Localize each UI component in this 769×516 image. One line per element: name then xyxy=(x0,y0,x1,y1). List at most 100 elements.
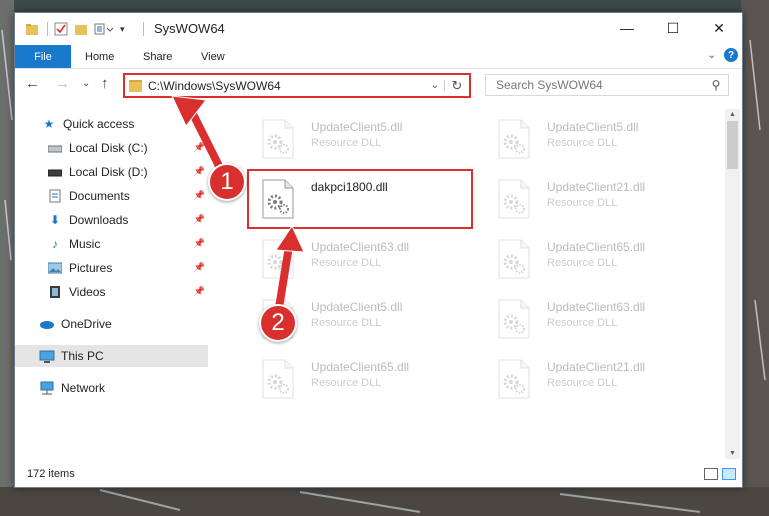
file-explorer-window: ▾ SysWOW64 — ☐ ✕ File Home Share View ⌄ … xyxy=(14,12,743,488)
file-name: UpdateClient63.dll xyxy=(311,240,410,254)
file-name: UpdateClient63.dll xyxy=(547,300,646,314)
large-icons-view-icon[interactable] xyxy=(722,468,736,480)
close-button[interactable]: ✕ xyxy=(696,13,742,43)
sidebar-item-local-disk-d[interactable]: Local Disk (D:) 📌 xyxy=(15,161,208,183)
pin-icon[interactable]: 📌 xyxy=(194,286,205,297)
pin-icon[interactable]: 📌 xyxy=(194,238,205,249)
recent-locations-chevron-icon[interactable]: ⌄ xyxy=(82,78,90,89)
sidebar-item-label: Local Disk (C:) xyxy=(69,141,148,155)
pictures-icon xyxy=(47,260,63,276)
search-box[interactable]: ⚲ xyxy=(485,74,729,96)
sidebar-item-pictures[interactable]: Pictures 📌 xyxy=(15,257,208,279)
sidebar-item-music[interactable]: ♪ Music 📌 xyxy=(15,233,208,255)
file-list: UpdateClient5.dll Resource DLL UpdateClien… xyxy=(211,109,723,459)
title-separator xyxy=(143,22,144,36)
sidebar-item-documents[interactable]: Documents 📌 xyxy=(15,185,208,207)
search-input[interactable] xyxy=(494,77,704,93)
file-name: UpdateClient21.dll xyxy=(547,360,646,374)
navigation-pane: ★ Quick access Local Disk (C:) 📌 Local D… xyxy=(15,109,208,459)
customize-toolbar-icon[interactable] xyxy=(94,22,118,36)
tab-home[interactable]: Home xyxy=(85,45,114,68)
dll-file-icon xyxy=(498,239,530,279)
ribbon-tabs: File Home Share View ⌄ ? xyxy=(15,45,742,69)
callout-badge-2: 2 xyxy=(259,304,297,342)
sidebar-item-local-disk-c[interactable]: Local Disk (C:) 📌 xyxy=(15,137,208,159)
pin-icon[interactable]: 📌 xyxy=(194,190,205,201)
scroll-up-icon[interactable]: ▲ xyxy=(725,111,740,118)
pin-icon[interactable]: 📌 xyxy=(194,142,205,153)
item-count: 172 items xyxy=(27,468,75,480)
dll-file-icon xyxy=(262,359,294,399)
sidebar-item-network[interactable]: Network xyxy=(15,377,208,399)
scroll-thumb[interactable] xyxy=(727,121,738,169)
sidebar-item-this-pc[interactable]: This PC xyxy=(15,345,208,367)
maximize-button[interactable]: ☐ xyxy=(650,13,696,43)
sidebar-item-label: Documents xyxy=(69,189,130,203)
address-bar[interactable]: C:\Windows\SysWOW64 ⌄ ↻ xyxy=(123,73,471,98)
tab-view[interactable]: View xyxy=(201,45,225,68)
back-arrow-icon[interactable]: ← xyxy=(25,75,40,92)
file-item[interactable]: UpdateClient21.dll Resource DLL xyxy=(475,173,695,229)
file-item[interactable]: UpdateClient5.dll Resource DLL xyxy=(239,113,459,169)
minimize-button[interactable]: — xyxy=(604,13,650,43)
title-bar: ▾ SysWOW64 — ☐ ✕ xyxy=(15,13,742,45)
file-type: Resource DLL xyxy=(311,137,382,149)
file-item-selected[interactable]: dakpci1800.dll xyxy=(239,173,459,229)
network-icon xyxy=(39,380,55,396)
pin-icon[interactable]: 📌 xyxy=(194,214,205,225)
download-icon: ⬇ xyxy=(49,213,61,227)
address-path[interactable]: C:\Windows\SysWOW64 xyxy=(148,79,426,93)
toolbar-dropdown-icon[interactable]: ▾ xyxy=(120,24,125,35)
scroll-down-icon[interactable]: ▼ xyxy=(725,450,740,457)
sidebar-item-onedrive[interactable]: OneDrive xyxy=(15,313,208,335)
sidebar-item-label: Quick access xyxy=(63,117,135,131)
dll-file-icon xyxy=(498,119,530,159)
vertical-scrollbar[interactable]: ▲ ▼ xyxy=(725,109,740,459)
dll-file-icon xyxy=(498,299,530,339)
file-type: Resource DLL xyxy=(547,317,618,329)
new-folder-icon[interactable] xyxy=(74,22,88,36)
file-item[interactable]: UpdateClient65.dll Resource DLL xyxy=(475,233,695,289)
sidebar-item-label: Downloads xyxy=(69,213,129,227)
pin-icon[interactable]: 📌 xyxy=(194,166,205,177)
sidebar-item-videos[interactable]: Videos 📌 xyxy=(15,281,208,303)
file-name: UpdateClient21.dll xyxy=(547,180,646,194)
file-type: Resource DLL xyxy=(547,197,618,209)
cloud-icon xyxy=(39,316,55,332)
file-name: UpdateClient5.dll xyxy=(547,120,639,134)
tab-file[interactable]: File xyxy=(15,45,71,68)
sidebar-item-label: Pictures xyxy=(69,261,113,275)
up-arrow-icon[interactable]: ↑ xyxy=(101,75,109,92)
sidebar-item-downloads[interactable]: ⬇ Downloads 📌 xyxy=(15,209,208,231)
music-icon: ♪ xyxy=(52,237,58,251)
folder-icon xyxy=(129,79,142,92)
file-item[interactable]: UpdateClient21.dll Resource DLL xyxy=(475,353,695,409)
expand-ribbon-chevron-icon[interactable]: ⌄ xyxy=(708,50,716,61)
file-item[interactable]: UpdateClient65.dll Resource DLL xyxy=(239,353,459,409)
forward-arrow-icon[interactable]: → xyxy=(55,75,70,92)
file-name: UpdateClient65.dll xyxy=(311,360,410,374)
drive-icon xyxy=(47,140,63,156)
sidebar-item-label: Videos xyxy=(69,285,106,299)
dll-file-icon xyxy=(262,179,294,219)
tab-share[interactable]: Share xyxy=(143,45,172,68)
file-item[interactable]: UpdateClient63.dll Resource DLL xyxy=(239,233,459,289)
sidebar-item-quick-access[interactable]: ★ Quick access xyxy=(15,113,208,135)
file-type: Resource DLL xyxy=(547,257,618,269)
details-view-icon[interactable] xyxy=(704,468,718,480)
videos-icon xyxy=(47,284,63,300)
file-item[interactable]: UpdateClient63.dll Resource DLL xyxy=(475,293,695,349)
window-title: SysWOW64 xyxy=(154,21,225,36)
dll-file-icon xyxy=(262,119,294,159)
file-item[interactable]: UpdateClient5.dll Resource DLL xyxy=(475,113,695,169)
drive-icon xyxy=(47,164,63,180)
pin-icon[interactable]: 📌 xyxy=(194,262,205,273)
properties-icon[interactable] xyxy=(54,22,68,36)
help-icon[interactable]: ? xyxy=(724,48,738,62)
file-name: UpdateClient5.dll xyxy=(311,300,403,314)
refresh-icon[interactable]: ↻ xyxy=(445,78,469,94)
search-icon[interactable]: ⚲ xyxy=(704,78,728,92)
quick-access-toolbar: ▾ xyxy=(47,20,125,38)
sidebar-item-label: This PC xyxy=(61,349,104,363)
address-dropdown-chevron-icon[interactable]: ⌄ xyxy=(426,80,445,91)
